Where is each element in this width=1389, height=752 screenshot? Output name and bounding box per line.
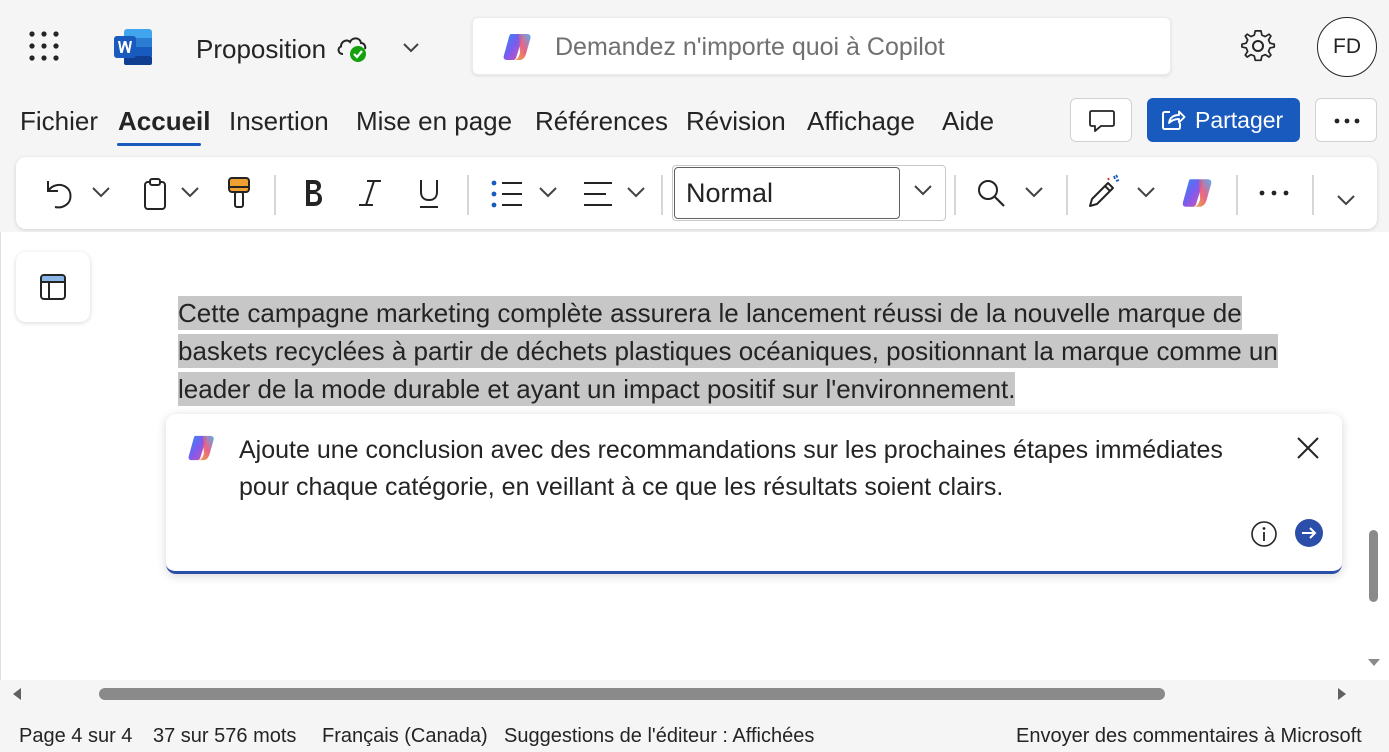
- status-bar: Page 4 sur 4 37 sur 576 mots Français (C…: [0, 708, 1389, 752]
- ribbon-toolbar: Normal: [16, 157, 1377, 229]
- navigation-pane-button[interactable]: [16, 252, 90, 322]
- tab-insertion[interactable]: Insertion: [229, 106, 329, 137]
- feedback-link[interactable]: Envoyer des commentaires à Microsoft: [1016, 725, 1362, 748]
- share-button[interactable]: Partager: [1147, 98, 1300, 142]
- scroll-left-arrow-icon[interactable]: [10, 686, 24, 702]
- tab-revision[interactable]: Révision: [686, 106, 786, 137]
- tab-references[interactable]: Références: [535, 106, 668, 137]
- horizontal-scroll-thumb[interactable]: [99, 688, 1165, 700]
- bullets-icon[interactable]: [490, 179, 524, 209]
- scroll-down-arrow-icon[interactable]: [1366, 656, 1382, 668]
- clipboard-chevron-icon[interactable]: [180, 185, 200, 199]
- search-icon[interactable]: [976, 177, 1006, 209]
- page-count[interactable]: Page 4 sur 4: [19, 725, 132, 748]
- ribbon-separator: [1066, 175, 1068, 215]
- editor-icon[interactable]: [1086, 174, 1122, 210]
- app-launcher-icon[interactable]: [28, 30, 60, 62]
- copilot-prompt-card: Ajoute une conclusion avec des recommand…: [166, 414, 1342, 574]
- avatar[interactable]: FD: [1317, 17, 1377, 77]
- copilot-icon[interactable]: [1180, 177, 1216, 209]
- active-tab-indicator: [117, 143, 201, 146]
- share-icon: [1162, 110, 1186, 130]
- tab-aide[interactable]: Aide: [942, 106, 994, 137]
- word-logo-icon: [112, 27, 154, 67]
- comments-button[interactable]: [1070, 98, 1132, 142]
- copilot-icon: [501, 32, 535, 62]
- find-chevron-icon[interactable]: [1024, 185, 1044, 199]
- info-icon[interactable]: [1250, 520, 1278, 548]
- bullets-chevron-icon[interactable]: [538, 185, 558, 199]
- copilot-icon: [186, 434, 218, 462]
- style-field[interactable]: Normal: [674, 167, 900, 219]
- document-title[interactable]: Proposition: [196, 34, 326, 65]
- comment-icon: [1089, 110, 1115, 132]
- editor-chevron-icon[interactable]: [1136, 185, 1156, 199]
- clipboard-icon[interactable]: [142, 177, 168, 211]
- style-chevron-icon[interactable]: [913, 183, 933, 197]
- selected-text[interactable]: Cette campagne marketing complète assure…: [178, 296, 1278, 406]
- tab-affichage[interactable]: Affichage: [807, 106, 915, 137]
- ribbon-separator: [274, 175, 276, 215]
- format-painter-icon[interactable]: [226, 175, 252, 211]
- vertical-scroll-thumb[interactable]: [1369, 530, 1378, 602]
- title-bar: Proposition Demandez n'importe quoi à Co…: [0, 0, 1389, 96]
- ribbon-separator: [467, 175, 469, 215]
- bold-icon[interactable]: [301, 177, 325, 209]
- align-icon[interactable]: [582, 179, 616, 209]
- undo-chevron-icon[interactable]: [91, 185, 111, 199]
- share-label: Partager: [1195, 107, 1284, 133]
- send-arrow-icon[interactable]: [1294, 518, 1324, 548]
- style-picker[interactable]: Normal: [672, 165, 946, 221]
- language-indicator[interactable]: Français (Canada): [322, 725, 488, 748]
- chevron-down-icon[interactable]: [400, 36, 422, 58]
- editor-suggestions-status[interactable]: Suggestions de l'éditeur : Affichées: [504, 725, 814, 748]
- document-paragraph[interactable]: Cette campagne marketing complète assure…: [178, 294, 1318, 408]
- undo-icon[interactable]: [44, 177, 76, 211]
- more-icon[interactable]: [1258, 190, 1290, 196]
- tab-mise-en-page[interactable]: Mise en page: [356, 106, 512, 137]
- ribbon-separator: [1236, 175, 1238, 215]
- scroll-right-arrow-icon[interactable]: [1335, 686, 1349, 702]
- word-count[interactable]: 37 sur 576 mots: [153, 725, 296, 748]
- gear-icon[interactable]: [1240, 28, 1276, 64]
- copilot-search-box[interactable]: [472, 17, 1171, 75]
- close-icon[interactable]: [1294, 434, 1322, 462]
- ribbon-separator: [954, 175, 956, 215]
- align-chevron-icon[interactable]: [626, 185, 646, 199]
- menu-bar: Fichier Accueil Insertion Mise en page R…: [0, 96, 1389, 154]
- tab-accueil[interactable]: Accueil: [118, 106, 211, 137]
- more-icon: [1334, 118, 1360, 124]
- italic-icon[interactable]: [356, 177, 384, 209]
- copilot-search-input[interactable]: [555, 26, 1145, 68]
- vertical-scrollbar[interactable]: [1366, 232, 1389, 680]
- tab-fichier[interactable]: Fichier: [20, 106, 98, 137]
- ribbon-expand-chevron-icon[interactable]: [1336, 193, 1356, 207]
- cloud-saved-icon[interactable]: [334, 30, 370, 64]
- horizontal-scrollbar[interactable]: [0, 680, 1389, 708]
- navigation-pane-icon: [40, 274, 66, 300]
- ribbon-separator: [1312, 175, 1314, 215]
- more-options-button[interactable]: [1315, 98, 1377, 142]
- underline-icon[interactable]: [416, 177, 442, 211]
- ribbon-separator: [661, 175, 663, 215]
- copilot-prompt-text[interactable]: Ajoute une conclusion avec des recommand…: [239, 432, 1259, 506]
